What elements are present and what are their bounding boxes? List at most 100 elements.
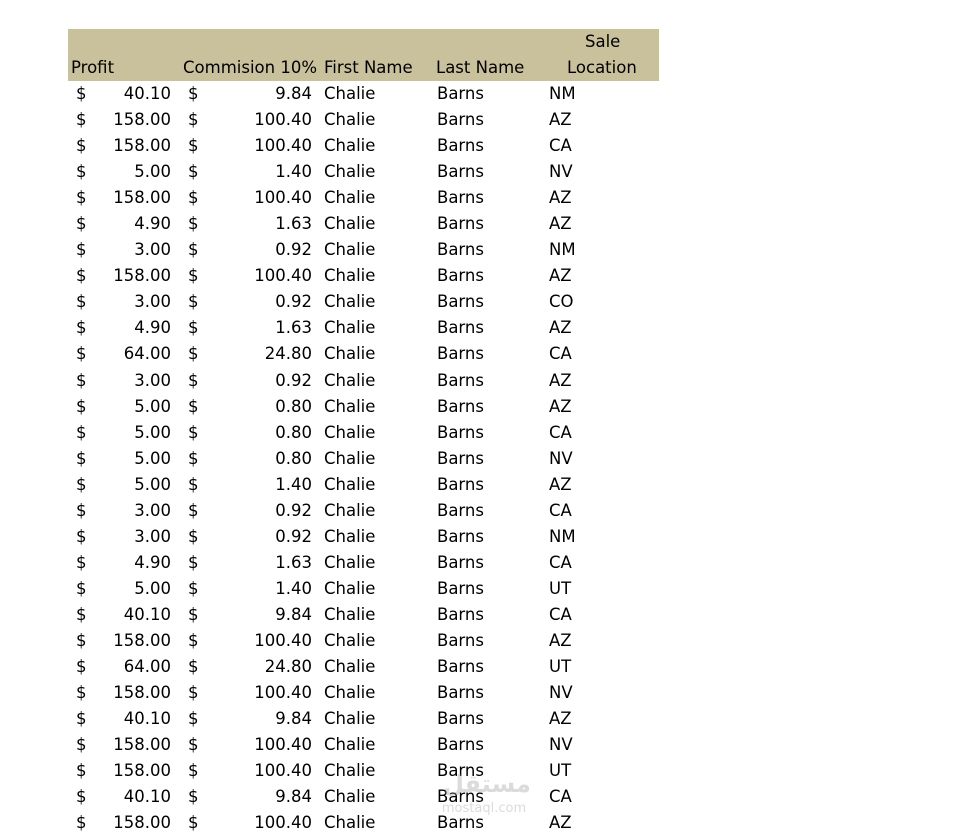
profit-cell: 40.10 [123, 709, 171, 729]
table-row: $158.00 $100.40 Chalie Barns AZ [68, 185, 659, 211]
commission-currency-symbol: $ [188, 292, 199, 312]
table-row: $3.00 $0.92 Chalie Barns NM [68, 524, 659, 550]
commission-cell: 100.40 [254, 188, 312, 208]
commission-currency-symbol: $ [188, 552, 199, 572]
last-name-cell: Barns [437, 136, 484, 156]
first-name-cell: Chalie [324, 683, 376, 703]
last-name-cell: Barns [437, 500, 484, 520]
profit-cell: 158.00 [113, 761, 171, 781]
sale-location-cell: CA [549, 422, 572, 442]
header-last-name: Last Name [436, 58, 525, 77]
sale-location-cell: CA [549, 787, 572, 807]
commission-currency-symbol: $ [188, 630, 199, 650]
last-name-cell: Barns [437, 422, 484, 442]
commission-cell: 0.80 [275, 422, 312, 442]
sale-location-cell: AZ [549, 813, 572, 833]
sale-location-cell: AZ [549, 318, 572, 338]
table-row: $64.00 $24.80 Chalie Barns UT [68, 654, 659, 680]
profit-currency-symbol: $ [76, 370, 87, 390]
header-commission: Commision 10% [183, 58, 317, 77]
first-name-cell: Chalie [324, 370, 376, 390]
spreadsheet-table: Profit Commision 10% First Name Last Nam… [68, 29, 659, 836]
last-name-cell: Barns [437, 396, 484, 416]
commission-cell: 1.63 [275, 552, 312, 572]
table-row: $64.00 $24.80 Chalie Barns CA [68, 341, 659, 367]
first-name-cell: Chalie [324, 657, 376, 677]
last-name-cell: Barns [437, 344, 484, 364]
commission-cell: 9.84 [275, 709, 312, 729]
profit-cell: 5.00 [134, 396, 171, 416]
commission-currency-symbol: $ [188, 396, 199, 416]
table-row: $5.00 $0.80 Chalie Barns CA [68, 420, 659, 446]
table-row: $3.00 $0.92 Chalie Barns NM [68, 237, 659, 263]
commission-currency-symbol: $ [188, 526, 199, 546]
table-row: $3.00 $0.92 Chalie Barns CA [68, 498, 659, 524]
last-name-cell: Barns [437, 657, 484, 677]
profit-cell: 158.00 [113, 735, 171, 755]
profit-cell: 158.00 [113, 110, 171, 130]
table-row: $158.00 $100.40 Chalie Barns CA [68, 133, 659, 159]
profit-currency-symbol: $ [76, 813, 87, 833]
sale-location-cell: NV [549, 735, 573, 755]
sale-location-cell: AZ [549, 396, 572, 416]
profit-currency-symbol: $ [76, 683, 87, 703]
last-name-cell: Barns [437, 787, 484, 807]
commission-cell: 1.40 [275, 578, 312, 598]
commission-currency-symbol: $ [188, 500, 199, 520]
sale-location-cell: AZ [549, 110, 572, 130]
sale-location-cell: CA [549, 500, 572, 520]
commission-currency-symbol: $ [188, 657, 199, 677]
sale-location-cell: AZ [549, 370, 572, 390]
table-row: $158.00 $100.40 Chalie Barns AZ [68, 263, 659, 289]
commission-currency-symbol: $ [188, 110, 199, 130]
commission-currency-symbol: $ [188, 683, 199, 703]
commission-cell: 0.80 [275, 396, 312, 416]
first-name-cell: Chalie [324, 344, 376, 364]
table-row: $158.00 $100.40 Chalie Barns NV [68, 732, 659, 758]
sale-location-cell: CA [549, 552, 572, 572]
first-name-cell: Chalie [324, 136, 376, 156]
commission-cell: 0.92 [275, 500, 312, 520]
table-row: $3.00 $0.92 Chalie Barns AZ [68, 368, 659, 394]
profit-currency-symbol: $ [76, 136, 87, 156]
commission-cell: 100.40 [254, 735, 312, 755]
last-name-cell: Barns [437, 162, 484, 182]
table-row: $5.00 $0.80 Chalie Barns AZ [68, 394, 659, 420]
commission-currency-symbol: $ [188, 344, 199, 364]
table-row: $158.00 $100.40 Chalie Barns AZ [68, 810, 659, 836]
table-row: $158.00 $100.40 Chalie Barns AZ [68, 628, 659, 654]
profit-cell: 4.90 [134, 318, 171, 338]
table-row: $158.00 $100.40 Chalie Barns UT [68, 758, 659, 784]
profit-currency-symbol: $ [76, 318, 87, 338]
last-name-cell: Barns [437, 813, 484, 833]
table-row: $158.00 $100.40 Chalie Barns NV [68, 680, 659, 706]
profit-currency-symbol: $ [76, 240, 87, 260]
profit-cell: 5.00 [134, 448, 171, 468]
profit-currency-symbol: $ [76, 578, 87, 598]
last-name-cell: Barns [437, 370, 484, 390]
table-body: $40.10 $9.84 Chalie Barns NM $158.00 $100.40 Ch… [68, 81, 659, 836]
commission-currency-symbol: $ [188, 474, 199, 494]
last-name-cell: Barns [437, 110, 484, 130]
first-name-cell: Chalie [324, 552, 376, 572]
first-name-cell: Chalie [324, 761, 376, 781]
commission-currency-symbol: $ [188, 240, 199, 260]
last-name-cell: Barns [437, 578, 484, 598]
profit-currency-symbol: $ [76, 552, 87, 572]
profit-cell: 40.10 [123, 604, 171, 624]
first-name-cell: Chalie [324, 266, 376, 286]
profit-currency-symbol: $ [76, 526, 87, 546]
table-row: $40.10 $9.84 Chalie Barns AZ [68, 706, 659, 732]
table-row: $5.00 $1.40 Chalie Barns UT [68, 576, 659, 602]
sale-location-cell: NV [549, 162, 573, 182]
first-name-cell: Chalie [324, 578, 376, 598]
sale-location-cell: NV [549, 448, 573, 468]
sale-location-cell: AZ [549, 630, 572, 650]
commission-cell: 100.40 [254, 110, 312, 130]
last-name-cell: Barns [437, 318, 484, 338]
last-name-cell: Barns [437, 683, 484, 703]
first-name-cell: Chalie [324, 709, 376, 729]
commission-cell: 1.63 [275, 318, 312, 338]
profit-currency-symbol: $ [76, 630, 87, 650]
commission-cell: 100.40 [254, 266, 312, 286]
